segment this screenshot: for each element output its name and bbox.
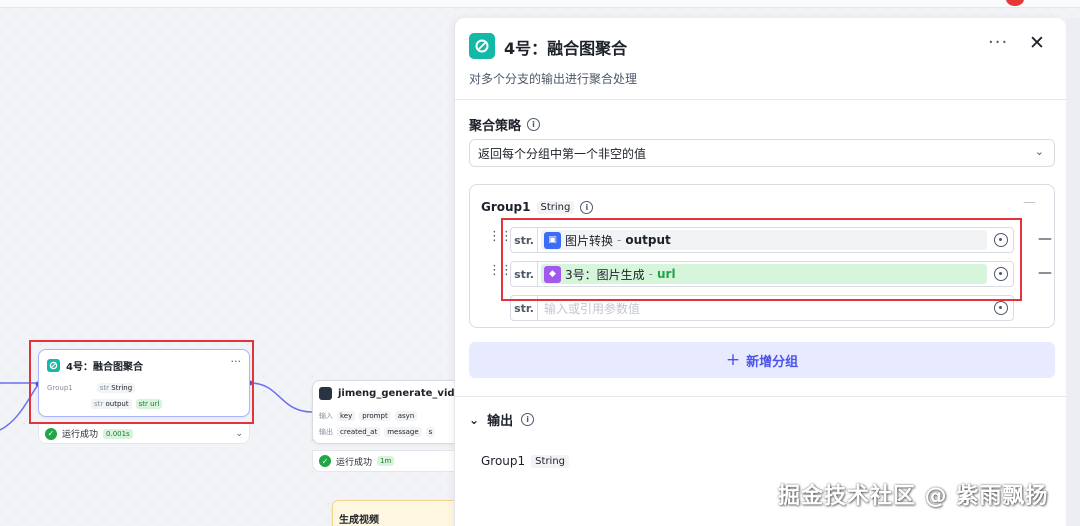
input-tag: prompt [359,411,391,421]
remove-row-icon[interactable]: — [1038,231,1052,247]
generate-video-title: 生成视频 [339,515,379,526]
output-tag: message [384,427,422,437]
info-icon[interactable]: i [527,118,541,131]
more-icon[interactable]: ··· [988,32,1008,53]
aggregate-icon [469,33,495,59]
drag-handle-icon[interactable]: ⋮⋮ [488,264,513,277]
info-icon[interactable]: i [521,413,535,426]
jimeng-icon [319,387,332,400]
chevron-down-icon[interactable]: ⌄ [235,429,243,439]
plus-icon: + [725,350,741,370]
aggregate-status-bar[interactable]: ✓ 运行成功 0.001s ⌄ [38,423,250,444]
status-text: 运行成功 [336,457,373,468]
output-tag: s [425,427,436,437]
generate-video-node[interactable]: 生成视频 [332,500,462,526]
add-group-label: 新增分组 [746,354,799,370]
input-tag: asyn [394,411,418,421]
success-icon: ✓ [319,455,331,467]
time-badge: 0.001s [103,428,133,439]
remove-row-icon[interactable]: — [1038,265,1052,281]
status-text: 运行成功 [62,430,99,440]
drag-handle-icon[interactable]: ⋮⋮ [488,230,513,243]
highlight-box [29,340,254,424]
close-icon[interactable]: ✕ [1029,32,1045,54]
add-group-button[interactable]: + 新增分组 [469,342,1055,378]
group-header: Group1 String i [481,200,594,214]
output-label: 输出 [319,428,333,436]
input-label: 输入 [319,412,333,420]
info-icon[interactable]: i [580,200,594,214]
jimeng-output-row: 输出 created_at message s [319,427,436,437]
output-section-header[interactable]: ⌄ 输出 i [469,410,535,429]
chevron-down-icon: ⌄ [1034,145,1044,158]
group-type-badge: String [536,200,575,214]
output-type-badge: String [531,454,570,468]
strategy-value: 返回每个分组中第一个非空的值 [478,147,647,161]
output-label: 输出 [487,414,514,429]
strategy-label-text: 聚合策略 [469,119,522,134]
highlight-box [501,218,1022,301]
watermark: 掘金技术社区 @ 紫雨飘扬 [778,484,1049,509]
output-item: Group1 String [481,454,570,468]
panel-description[interactable]: 对多个分支的输出进行聚合处理 [469,70,637,87]
success-icon: ✓ [45,427,57,440]
group-name[interactable]: Group1 [481,200,531,214]
input-tag: key [337,411,356,421]
strategy-label: 聚合策略 i [469,115,541,134]
right-scroll-area [1066,18,1080,526]
strategy-select[interactable]: 返回每个分组中第一个非空的值 ⌄ [469,139,1055,167]
time-badge: 1m [377,456,395,466]
jimeng-node-title: jimeng_generate_video [338,388,469,399]
jimeng-node-header: jimeng_generate_video [319,387,468,400]
panel-title[interactable]: 4号：融合图聚合 [504,35,627,59]
jimeng-status-bar[interactable]: ✓ 运行成功 1m [312,450,462,472]
reference-placeholder[interactable]: 输入或引用参数值 [544,300,640,317]
jimeng-node[interactable]: jimeng_generate_video 输入 key prompt asyn… [312,380,468,444]
output-tag: created_at [337,427,381,437]
divider [455,396,1067,397]
jimeng-input-row: 输入 key prompt asyn [319,411,418,421]
reference-target-icon[interactable] [994,301,1008,315]
node-config-panel: 4号：融合图聚合 ··· ✕ 对多个分支的输出进行聚合处理 聚合策略 i 返回每… [454,18,1067,526]
edge-agg-jimeng [249,382,313,413]
divider [455,99,1067,100]
chevron-down-icon[interactable]: ⌄ [469,413,479,427]
output-name: Group1 [481,454,526,468]
collapse-icon[interactable]: — [1023,195,1036,210]
